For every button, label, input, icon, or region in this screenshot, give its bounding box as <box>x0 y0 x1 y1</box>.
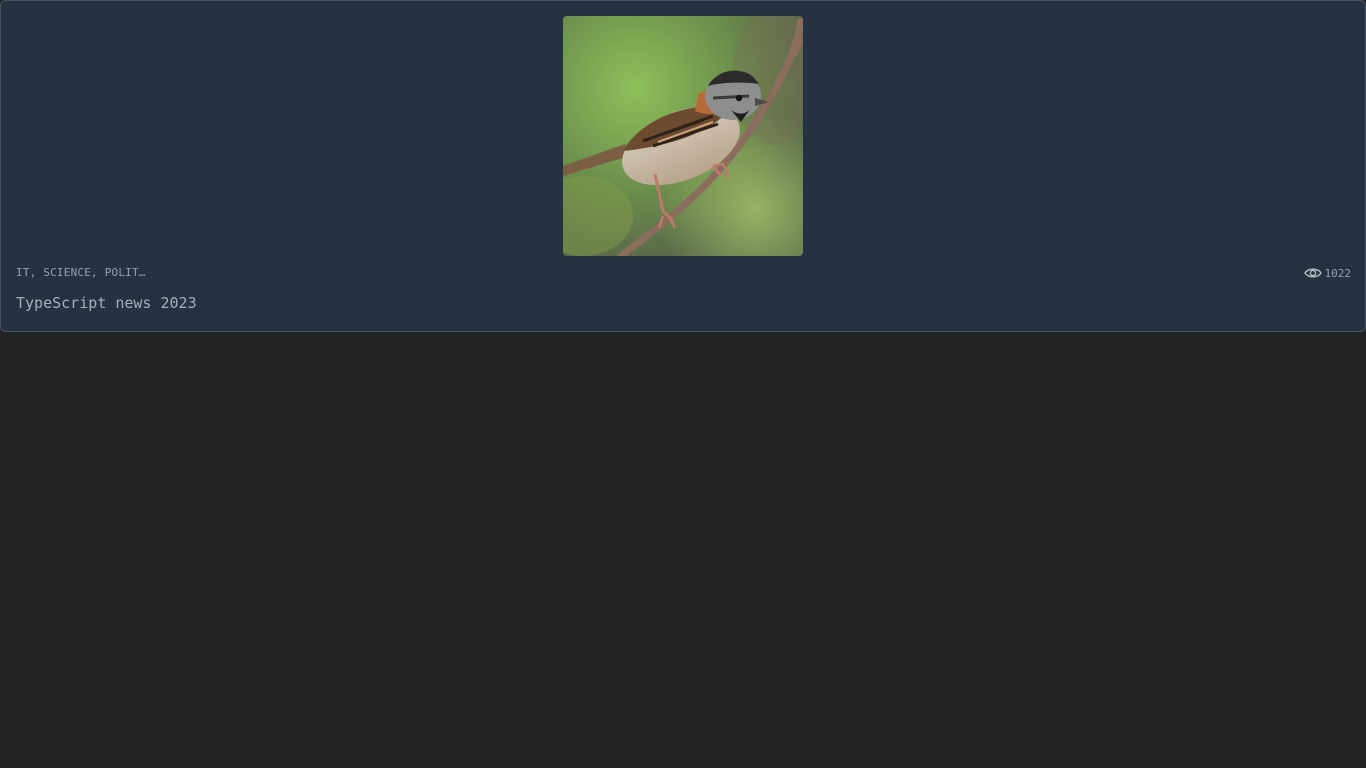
sparrow-photo <box>563 16 803 256</box>
card-title[interactable]: TypeScript news 2023 <box>16 294 197 312</box>
news-card[interactable]: IT, SCIENCE, POLIT… 1022 TypeScript news… <box>0 0 1366 332</box>
view-count: 1022 <box>1303 266 1352 280</box>
card-image[interactable] <box>563 16 803 256</box>
card-tags: IT, SCIENCE, POLIT… <box>16 266 146 279</box>
view-count-value: 1022 <box>1324 266 1352 280</box>
eye-icon <box>1303 268 1322 278</box>
